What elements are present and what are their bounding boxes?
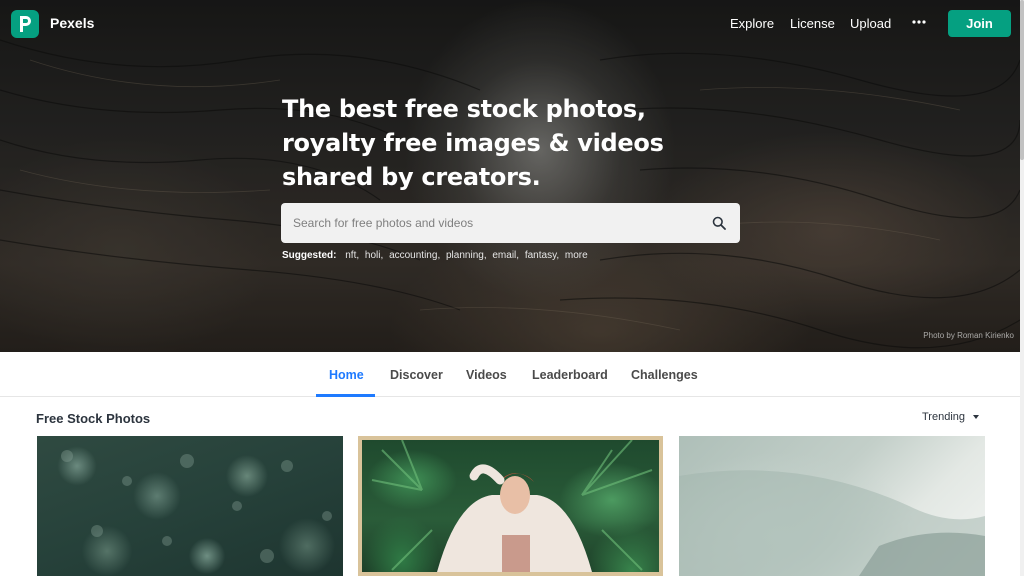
suggested-term-more[interactable]: more	[565, 250, 588, 261]
suggested-term-planning[interactable]: planning	[446, 250, 484, 261]
caret-down-icon	[973, 415, 980, 419]
search-bar	[281, 203, 740, 243]
tab-videos[interactable]: Videos	[466, 368, 507, 382]
tab-leaderboard[interactable]: Leaderboard	[532, 368, 608, 382]
nav-link-license[interactable]: License	[790, 16, 835, 31]
photo-card-misty-hill[interactable]	[679, 436, 985, 576]
ellipsis-icon[interactable]	[910, 12, 928, 32]
photo-card-forest[interactable]	[37, 436, 343, 576]
active-tab-indicator	[316, 394, 375, 397]
join-button[interactable]: Join	[948, 10, 1011, 37]
search-input[interactable]	[281, 203, 701, 243]
tab-discover[interactable]: Discover	[390, 368, 443, 382]
nav-link-explore[interactable]: Explore	[730, 16, 774, 31]
photo-card-woman-palms[interactable]	[358, 436, 663, 576]
suggested-label: Suggested:	[282, 250, 337, 261]
hero-title: The best free stock photos, royalty free…	[282, 95, 664, 191]
scrollbar-thumb[interactable]	[1020, 0, 1024, 160]
photo-credit[interactable]: Photo by Roman Kirienko	[923, 331, 1014, 340]
suggested-term-fantasy[interactable]: fantasy	[525, 250, 557, 261]
tab-home[interactable]: Home	[329, 368, 364, 382]
search-icon[interactable]	[709, 213, 729, 233]
suggested-term-accounting[interactable]: accounting	[389, 250, 437, 261]
suggested-term-email[interactable]: email	[492, 250, 516, 261]
suggested-searches: Suggested: nft, holi, accounting, planni…	[282, 250, 588, 261]
content-tabs: Home Discover Videos Leaderboard Challen…	[0, 352, 1020, 397]
page-scrollbar[interactable]	[1020, 0, 1024, 576]
tab-challenges[interactable]: Challenges	[631, 368, 698, 382]
brand-name[interactable]: Pexels	[50, 15, 94, 31]
top-navbar: Pexels Explore License Upload Join	[0, 0, 1020, 48]
sort-dropdown[interactable]: Trending	[922, 411, 980, 423]
sort-label: Trending	[922, 411, 966, 423]
pexels-logo-icon[interactable]	[11, 10, 39, 38]
suggested-term-holi[interactable]: holi	[365, 250, 381, 261]
nav-link-upload[interactable]: Upload	[850, 16, 891, 31]
section-title: Free Stock Photos	[36, 411, 151, 426]
suggested-term-nft[interactable]: nft	[345, 250, 356, 261]
